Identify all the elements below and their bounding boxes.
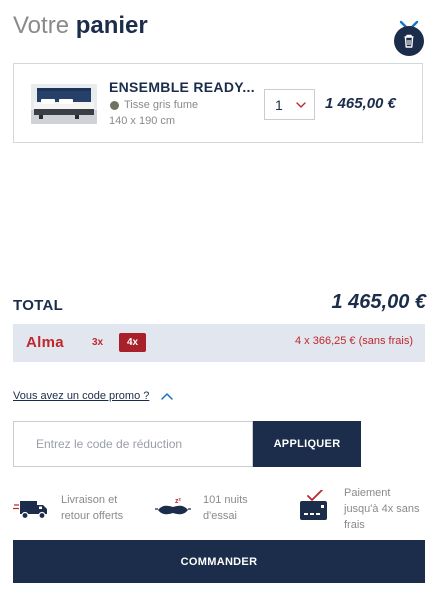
quantity-value: 1 [275,97,283,113]
color-swatch [110,101,119,110]
item-price: 1 465,00 € [325,95,396,112]
feature-payment-line3: frais [344,519,365,531]
svg-text:z²: z² [175,498,182,505]
total-value: 1 465,00 € [331,291,426,313]
cart-item: ENSEMBLE READY... Tisse gris fume 140 x … [13,63,423,143]
feature-payment-line1: Paiement [344,487,391,499]
product-color: Tisse gris fume [124,99,199,111]
promo-code-link[interactable]: Vous avez un code promo ? [13,390,149,402]
remove-item-button[interactable] [394,26,424,56]
title-bold: panier [75,12,148,39]
page-title: Votre panier [13,12,148,40]
feature-delivery-line2: retour offerts [61,510,124,522]
chevron-down-icon [296,102,306,108]
title-light: Votre [13,12,70,39]
alma-installment-text: 4 x 366,25 € (sans frais) [294,335,413,347]
product-name[interactable]: ENSEMBLE READY... [109,79,255,95]
feature-trial-line1: 101 nuits [203,494,248,506]
chevron-up-icon[interactable] [160,391,174,401]
alma-logo: Alma [26,334,64,351]
credit-card-icon [300,490,327,520]
feature-delivery-line1: Livraison et [61,494,118,506]
feature-delivery: Livraison et retour offerts [61,492,123,524]
apply-button[interactable]: APPLIQUER [253,421,361,467]
product-size: 140 x 190 cm [109,115,176,127]
delivery-truck-icon [13,501,47,520]
sleep-mask-icon: z² [155,498,191,515]
order-button[interactable]: COMMANDER [13,540,425,583]
quantity-select[interactable]: 1 [264,89,315,120]
promo-code-input[interactable] [13,421,253,467]
feature-trial: 101 nuits d'essai [203,492,248,524]
feature-payment: Paiement jusqu'à 4x sans frais [344,485,419,533]
feature-payment-line2: jusqu'à 4x sans [344,503,420,515]
alma-option-3x[interactable]: 3x [92,337,103,348]
feature-trial-line2: d'essai [203,510,237,522]
total-label: TOTAL [13,297,64,314]
alma-payment-bar[interactable]: Alma 3x 4x 4 x 366,25 € (sans frais) [13,324,425,362]
alma-option-4x[interactable]: 4x [119,333,146,352]
product-thumbnail[interactable] [31,84,97,124]
trash-icon [404,34,414,48]
